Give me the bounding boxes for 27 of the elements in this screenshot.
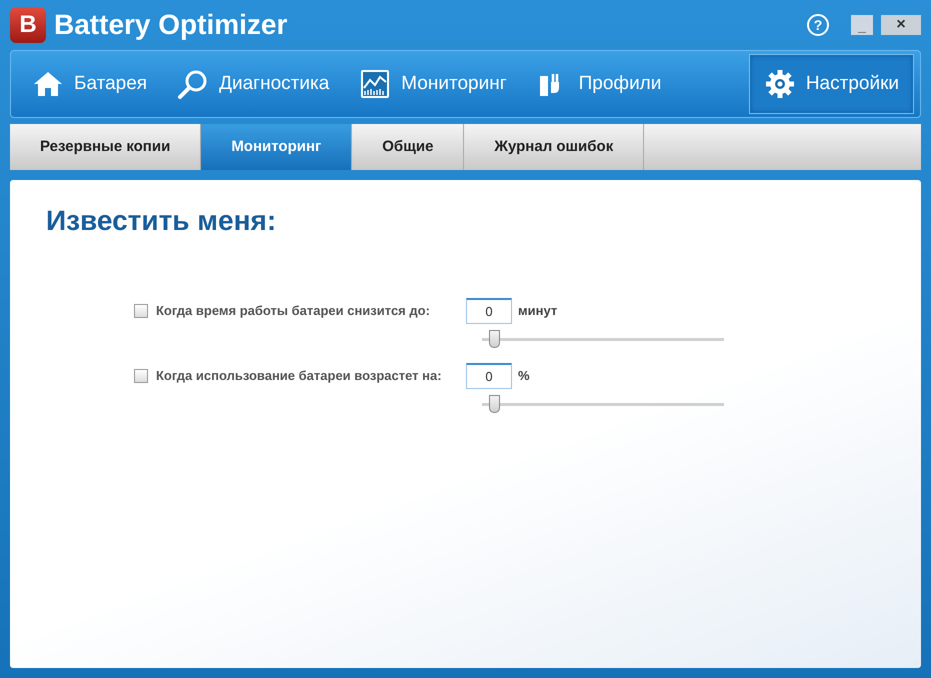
- unit-label: %: [518, 367, 530, 386]
- number-field[interactable]: 0: [466, 363, 512, 389]
- setting-label: Когда время работы батареи снизится до:: [156, 302, 431, 320]
- sub-tab[interactable]: Журнал ошибок: [464, 124, 644, 170]
- settings-icon: [764, 68, 796, 100]
- app-logo: B: [10, 7, 46, 43]
- checkbox[interactable]: [134, 304, 148, 318]
- magnifier-icon: [177, 68, 210, 100]
- toolbar-tab[interactable]: Мониторинг: [344, 54, 522, 114]
- toolbar-tab[interactable]: Профили: [522, 54, 676, 114]
- chart-icon: [359, 68, 392, 100]
- number-field[interactable]: 0: [466, 298, 512, 324]
- minimize-button[interactable]: _: [851, 15, 873, 35]
- window-title: Battery Optimizer: [54, 8, 288, 42]
- close-button[interactable]: ×: [881, 15, 921, 35]
- toolbar-tab[interactable]: Настройки: [748, 54, 914, 114]
- setting-label: Когда использование батареи возрастет на:: [156, 367, 443, 386]
- toolbar-tab[interactable]: Диагностика: [162, 54, 344, 114]
- sub-tab[interactable]: Общие: [352, 124, 464, 170]
- toolbar-tab[interactable]: Батарея: [17, 54, 162, 114]
- sub-tab[interactable]: Мониторинг: [201, 124, 352, 170]
- checkbox[interactable]: [134, 369, 148, 383]
- slider-thumb[interactable]: [489, 330, 500, 348]
- unit-label: минут: [518, 302, 558, 320]
- help-button[interactable]: ?: [807, 14, 829, 36]
- section-heading: Известить меня:: [46, 204, 278, 238]
- slider-thumb[interactable]: [489, 395, 500, 413]
